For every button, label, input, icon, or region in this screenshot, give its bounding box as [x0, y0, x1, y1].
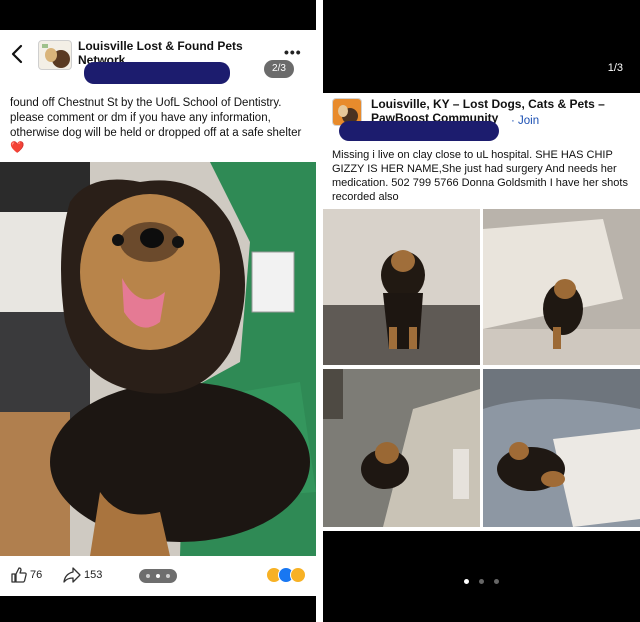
carousel-dots: [139, 569, 177, 583]
page-dot[interactable]: [479, 579, 484, 584]
post-text-body: found off Chestnut St by the UofL School…: [10, 97, 302, 139]
like-icon[interactable]: [10, 566, 28, 584]
post-text: Missing i live on clay close to uL hospi…: [332, 149, 628, 203]
status-bar: [0, 0, 316, 30]
carousel-page-dots: [323, 571, 640, 589]
shared-post-card: Louisville, KY – Lost Dogs, Cats & Pets …: [323, 93, 640, 531]
grid-photo-2[interactable]: [483, 209, 640, 365]
share-count: 153: [84, 569, 103, 581]
post-text: found off Chestnut St by the UofL School…: [10, 96, 306, 156]
heart-emoji: ❤️: [10, 142, 25, 154]
dog-photo[interactable]: [0, 162, 316, 556]
grid-photo-3[interactable]: [323, 369, 480, 527]
right-screenshot: 1/3 Louisville, KY – Lost Dogs, Cats & P…: [323, 0, 640, 622]
redaction-scribble: [84, 62, 230, 84]
left-screenshot: Louisville Lost & Found Pets Network •••…: [0, 0, 316, 622]
sad-emoji-icon: [290, 567, 306, 583]
redaction-scribble: [339, 121, 499, 141]
reaction-bar: 76 153: [0, 560, 316, 592]
reaction-emojis[interactable]: [266, 567, 308, 585]
page-dot[interactable]: [494, 579, 500, 584]
share-icon[interactable]: [62, 566, 82, 584]
bottom-bar: [0, 596, 316, 622]
slide-counter: 1/3: [607, 62, 623, 74]
group-name-line1: Louisville, KY – Lost Dogs, Cats & Pets …: [371, 97, 605, 111]
join-link[interactable]: · Join: [511, 115, 539, 127]
back-arrow-icon[interactable]: [8, 42, 28, 66]
grid-photo-4[interactable]: [483, 369, 640, 527]
grid-photo-1[interactable]: [323, 209, 480, 365]
photo-counter: 2/3: [264, 60, 294, 78]
like-count: 76: [30, 569, 43, 581]
group-name-line1: Louisville Lost & Found Pets: [78, 39, 243, 53]
page-dot-active[interactable]: [463, 579, 469, 584]
more-options-icon[interactable]: •••: [284, 44, 302, 60]
group-avatar[interactable]: [38, 40, 72, 70]
